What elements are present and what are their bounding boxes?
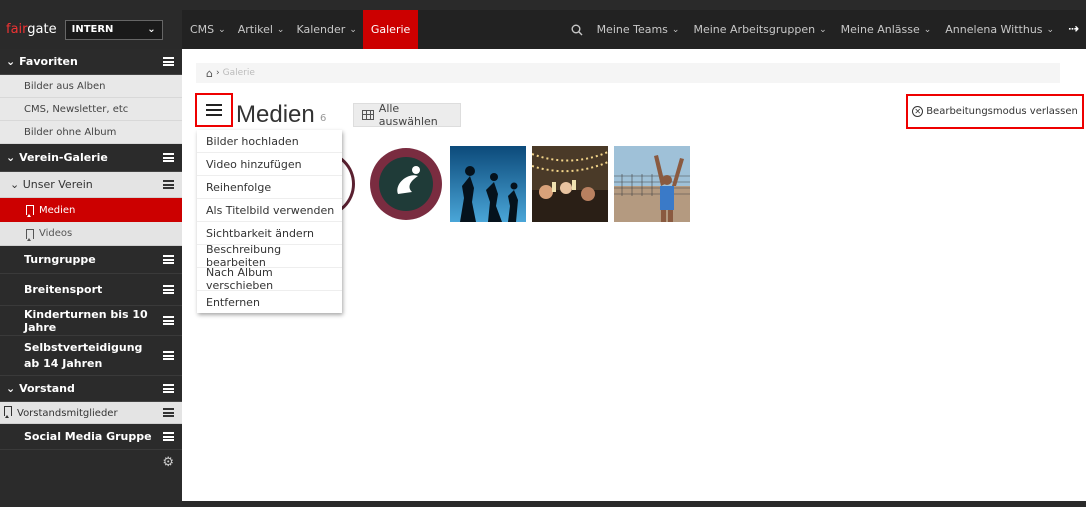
hamburger-icon[interactable] — [163, 351, 174, 360]
nav-meine-arbeitsgruppen[interactable]: Meine Arbeitsgruppen ⌄ — [686, 10, 833, 49]
hamburger-icon — [206, 104, 222, 116]
menu-item-nach-album[interactable]: Nach Album verschieben — [197, 266, 342, 292]
gear-icon[interactable]: ⚙ — [0, 450, 182, 474]
hamburger-icon[interactable] — [163, 285, 174, 294]
menu-item-reihenfolge[interactable]: Reihenfolge — [197, 176, 342, 199]
sidebar-item-bilder-aus-alben[interactable]: Bilder aus Alben — [0, 75, 182, 98]
top-strip — [0, 0, 1086, 10]
nav-cms[interactable]: CMS ⌄ — [184, 10, 232, 49]
sidebar-section-vorstand[interactable]: ⌄ Vorstand — [0, 376, 182, 402]
hamburger-icon[interactable] — [163, 255, 174, 264]
brand-area: fairgate INTERN ⌄ — [0, 10, 182, 49]
chevron-down-icon: ⌄ — [6, 55, 16, 68]
menu-item-video-hinzufuegen[interactable]: Video hinzufügen — [197, 153, 342, 176]
hamburger-icon[interactable] — [163, 316, 174, 325]
chevron-down-icon: ⌄ — [218, 24, 226, 35]
sidebar-item-kinderturnen[interactable]: Kinderturnen bis 10 Jahre — [0, 306, 182, 336]
close-circle-icon: ✕ — [912, 106, 924, 117]
hamburger-icon[interactable] — [163, 432, 174, 441]
chevron-down-icon: ⌄ — [276, 24, 285, 35]
nav-kalender[interactable]: Kalender ⌄ — [290, 10, 362, 49]
sidebar-section-favoriten[interactable]: ⌄ Favoriten — [0, 49, 182, 75]
thumbnail-runners[interactable] — [450, 146, 526, 222]
user-nav: Meine Teams ⌄ Meine Arbeitsgruppen ⌄ Meine… — [564, 10, 1086, 49]
grid-icon — [362, 110, 374, 120]
logout-icon[interactable]: ⇢ — [1061, 10, 1086, 49]
page-title: Medien — [236, 101, 315, 128]
chevron-right-icon: › — [215, 68, 220, 78]
main-content: ⌂ › Galerie Medien 6 Alle auswählen ✕ Bea… — [182, 49, 1086, 501]
thumbnail-club-logo[interactable] — [368, 146, 444, 222]
select-all-button[interactable]: Alle auswählen — [353, 102, 461, 128]
chevron-down-icon: ⌄ — [6, 382, 16, 395]
breadcrumb: ⌂ › Galerie — [196, 63, 1060, 83]
sidebar-item-selbstverteidigung[interactable]: Selbstverteidigung ab 14 Jahren — [0, 336, 182, 376]
chevron-down-icon: ⌄ — [1046, 24, 1055, 35]
search-icon[interactable] — [564, 10, 590, 49]
menu-item-entfernen[interactable]: Entfernen — [197, 291, 342, 314]
nav-artikel[interactable]: Artikel ⌄ — [232, 10, 291, 49]
org-select[interactable]: INTERN ⌄ — [64, 19, 163, 40]
hamburger-icon[interactable] — [163, 180, 174, 189]
hamburger-icon[interactable] — [163, 384, 174, 393]
sidebar-item-turngruppe[interactable]: Turngruppe — [0, 246, 182, 274]
sidebar-item-bilder-ohne-album[interactable]: Bilder ohne Album — [0, 121, 182, 144]
sidebar-item-medien[interactable]: Medien — [0, 198, 182, 222]
sidebar-item-videos[interactable]: Videos — [0, 222, 182, 246]
chevron-down-icon: ⌄ — [819, 24, 827, 35]
actions-menu-button[interactable] — [195, 93, 233, 127]
breadcrumb-galerie[interactable]: Galerie — [223, 68, 255, 78]
sidebar-item-social-media[interactable]: Social Media Gruppe — [0, 424, 182, 450]
chevron-down-icon: ⌄ — [923, 24, 932, 35]
menu-item-bilder-hochladen[interactable]: Bilder hochladen — [197, 130, 342, 153]
sidebar-item-vorstandsmitglieder[interactable]: Vorstandsmitglieder — [0, 402, 182, 424]
menu-item-sichtbarkeit[interactable]: Sichtbarkeit ändern — [197, 222, 342, 245]
chevron-down-icon: ⌄ — [147, 24, 156, 35]
fairgate-logo[interactable]: fairgate — [6, 22, 57, 37]
hamburger-icon[interactable] — [163, 57, 174, 66]
bookmark-icon — [26, 228, 34, 241]
exit-edit-mode-button[interactable]: ✕ Bearbeitungsmodus verlassen — [906, 94, 1084, 129]
menu-item-beschreibung[interactable]: Beschreibung bearbeiten — [197, 243, 342, 269]
chevron-down-icon: ⌄ — [349, 24, 357, 35]
hamburger-icon[interactable] — [163, 153, 174, 162]
sidebar-item-breitensport[interactable]: Breitensport — [0, 274, 182, 306]
actions-dropdown-menu: Bilder hochladen Video hinzufügen Reihen… — [197, 130, 342, 313]
bookmark-icon — [4, 406, 12, 418]
nav-galerie[interactable]: Galerie — [362, 10, 419, 49]
thumbnail-volleyball[interactable] — [614, 146, 690, 222]
home-icon[interactable]: ⌂ — [206, 67, 213, 80]
chevron-down-icon: ⌄ — [10, 178, 20, 191]
nav-user-menu[interactable]: Annelena Witthus ⌄ — [938, 10, 1061, 49]
thumbnail-party[interactable] — [532, 146, 608, 222]
chevron-down-icon: ⌄ — [671, 24, 680, 35]
chevron-down-icon: ⌄ — [6, 151, 16, 164]
hamburger-icon[interactable] — [163, 408, 174, 417]
media-count: 6 — [320, 113, 327, 124]
bottom-bar — [182, 501, 1086, 507]
main-nav: CMS ⌄ Artikel ⌄ Kalender ⌄ Galerie — [184, 10, 419, 49]
bookmark-icon — [26, 205, 34, 217]
sidebar-item-cms-newsletter[interactable]: CMS, Newsletter, etc — [0, 98, 182, 121]
sidebar: ⌄ Favoriten Bilder aus Alben CMS, Newsle… — [0, 49, 182, 507]
sidebar-section-unser-verein[interactable]: ⌄ Unser Verein — [0, 172, 182, 198]
menu-item-als-titelbild[interactable]: Als Titelbild verwenden — [197, 199, 342, 222]
nav-meine-anlaesse[interactable]: Meine Anlässe ⌄ — [834, 10, 939, 49]
sidebar-section-verein-galerie[interactable]: ⌄ Verein-Galerie — [0, 144, 182, 172]
nav-meine-teams[interactable]: Meine Teams ⌄ — [590, 10, 687, 49]
